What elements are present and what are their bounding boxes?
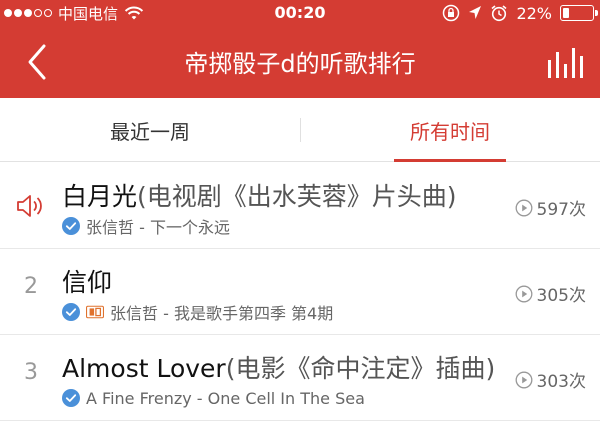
active-tab-indicator: [394, 159, 506, 162]
app-header: 中国电信 00:20 22% 帝掷骰子d的听歌排行: [0, 0, 600, 98]
nav-bar: 帝掷骰子d的听歌排行: [0, 26, 600, 98]
song-name: 白月光: [62, 182, 138, 211]
song-subtitle: (电视剧《出水芙蓉》片头曲): [137, 182, 457, 211]
play-count-value: 597次: [536, 200, 586, 220]
play-count-value: 305次: [536, 286, 586, 306]
song-meta: 张信哲 - 下一个永远: [62, 214, 230, 238]
song-meta: 张信哲 - 我是歌手第四季 第4期: [62, 300, 333, 324]
back-arrow-icon: [28, 44, 46, 80]
play-count: 305次: [515, 281, 586, 306]
speaker-icon: [17, 195, 42, 217]
verified-check-icon: [62, 303, 80, 321]
song-name: 信仰: [62, 268, 113, 297]
play-count: 597次: [515, 195, 586, 220]
artist-album: A Fine Frenzy - One Cell In The Sea: [86, 388, 365, 408]
tab-all-time[interactable]: 所有时间: [300, 98, 600, 162]
song-title: Almost Lover(电影《命中注定》插曲): [62, 349, 495, 385]
song-meta: A Fine Frenzy - One Cell In The Sea: [62, 386, 365, 410]
chart-button[interactable]: [544, 44, 584, 80]
battery-icon: [560, 5, 598, 21]
sq-badge-icon: [86, 305, 104, 319]
artist-album: 张信哲 - 我是歌手第四季 第4期: [110, 304, 334, 323]
play-count: 303次: [515, 367, 586, 392]
page-title: 帝掷骰子d的听歌排行: [184, 50, 416, 78]
verified-check-icon: [62, 217, 80, 235]
lock-rotation-icon: [443, 4, 460, 22]
time-range-tabs: 最近一周 所有时间: [0, 98, 600, 162]
song-rank: 3: [24, 360, 38, 385]
back-button[interactable]: [18, 40, 58, 84]
verified-check-icon: [62, 389, 80, 407]
song-row[interactable]: 白月光(电视剧《出水芙蓉》片头曲) 张信哲 - 下一个永远 597次: [0, 163, 600, 249]
song-name: Almost Lover: [62, 354, 226, 383]
location-icon: [469, 6, 482, 19]
bar-chart-icon: [548, 48, 583, 78]
play-count-value: 303次: [536, 372, 586, 392]
alarm-icon: [491, 5, 507, 22]
status-bar: 中国电信 00:20 22%: [0, 0, 600, 26]
song-row[interactable]: 3 Almost Lover(电影《命中注定》插曲) A Fine Frenzy…: [0, 335, 600, 421]
song-title: 白月光(电视剧《出水芙蓉》片头曲): [62, 177, 457, 213]
battery-level-fill: [563, 8, 569, 18]
play-count-icon: [515, 285, 532, 302]
song-list: 白月光(电视剧《出水芙蓉》片头曲) 张信哲 - 下一个永远 597次 2 信仰: [0, 163, 600, 421]
song-rank: 2: [24, 274, 38, 299]
play-count-icon: [515, 199, 532, 216]
song-subtitle: (电影《命中注定》插曲): [225, 354, 496, 383]
artist-album: 张信哲 - 下一个永远: [86, 218, 230, 237]
battery-percent: 22%: [516, 3, 552, 23]
status-right: 22%: [442, 3, 598, 23]
song-title: 信仰: [62, 263, 112, 299]
tab-recent-week[interactable]: 最近一周: [0, 98, 300, 162]
song-row[interactable]: 2 信仰 张信哲 - 我是歌手第四季 第4期 305次: [0, 249, 600, 335]
play-count-icon: [515, 371, 532, 388]
